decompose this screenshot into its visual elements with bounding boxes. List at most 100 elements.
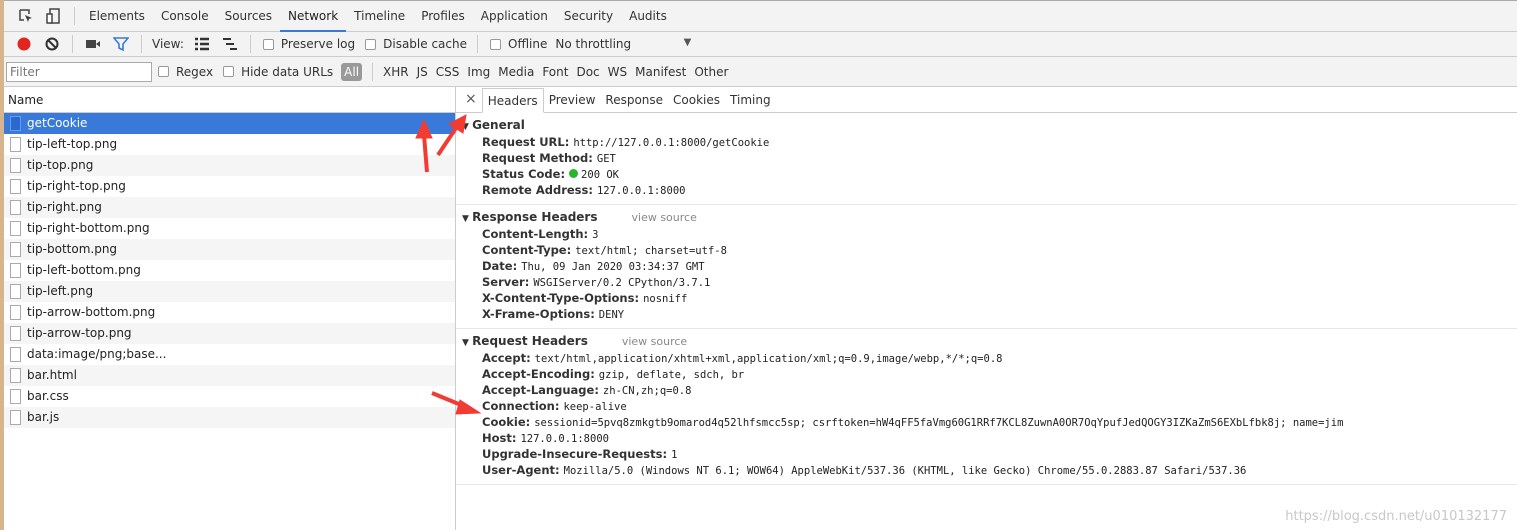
- request-row[interactable]: bar.html: [4, 365, 455, 386]
- request-name: bar.css: [27, 389, 69, 403]
- tab-timeline[interactable]: Timeline: [346, 1, 413, 32]
- tab-response[interactable]: Response: [600, 88, 668, 112]
- tab-console[interactable]: Console: [153, 1, 217, 32]
- tab-security[interactable]: Security: [556, 1, 621, 32]
- tab-headers[interactable]: Headers: [481, 88, 544, 113]
- record-icon[interactable]: [16, 36, 32, 52]
- triangle-down-icon: ▼: [462, 214, 473, 224]
- header-row: Upgrade-Insecure-Requests: 1: [456, 446, 1517, 462]
- request-name: tip-left-top.png: [27, 137, 118, 151]
- request-row[interactable]: tip-left-bottom.png: [4, 260, 455, 281]
- name-column-header[interactable]: Name: [4, 87, 455, 113]
- close-detail-icon[interactable]: ×: [460, 91, 482, 112]
- header-name: Accept-Language:: [482, 383, 599, 397]
- tab-sources[interactable]: Sources: [217, 1, 280, 32]
- request-row[interactable]: bar.js: [4, 407, 455, 428]
- file-icon: [10, 242, 21, 257]
- clear-icon[interactable]: [44, 36, 60, 52]
- header-value: text/html,application/xhtml+xml,applicat…: [534, 353, 1003, 365]
- preserve-log-checkbox[interactable]: [262, 38, 274, 50]
- filter-type-font[interactable]: Font: [542, 65, 568, 79]
- filter-type-xhr[interactable]: XHR: [383, 65, 409, 79]
- request-row[interactable]: bar.css: [4, 386, 455, 407]
- header-value: 1: [671, 449, 678, 461]
- tab-preview[interactable]: Preview: [544, 88, 601, 112]
- filter-type-media[interactable]: Media: [498, 65, 534, 79]
- request-row[interactable]: tip-left-top.png: [4, 134, 455, 155]
- filter-input[interactable]: [6, 61, 152, 82]
- large-rows-icon[interactable]: [194, 36, 210, 52]
- filter-type-all[interactable]: All: [341, 62, 363, 81]
- tab-timing[interactable]: Timing: [725, 88, 776, 112]
- filter-type-ws[interactable]: WS: [608, 65, 627, 79]
- header-name: Request URL:: [482, 135, 570, 149]
- request-row[interactable]: tip-right-bottom.png: [4, 218, 455, 239]
- device-mode-icon[interactable]: [46, 8, 62, 24]
- tab-network[interactable]: Network: [280, 1, 347, 32]
- header-name: Request Method:: [482, 151, 593, 165]
- filter-type-css[interactable]: CSS: [436, 65, 460, 79]
- header-name: Host:: [482, 431, 517, 445]
- request-row[interactable]: tip-bottom.png: [4, 239, 455, 260]
- filter-type-other[interactable]: Other: [694, 65, 728, 79]
- view-source-link[interactable]: view source: [632, 211, 697, 224]
- tab-application[interactable]: Application: [473, 1, 556, 32]
- header-row: Connection: keep-alive: [456, 398, 1517, 414]
- request-row[interactable]: tip-right.png: [4, 197, 455, 218]
- header-name: Accept-Encoding:: [482, 367, 595, 381]
- tab-audits[interactable]: Audits: [621, 1, 675, 32]
- offline-label: Offline: [508, 37, 548, 51]
- view-source-link[interactable]: view source: [622, 335, 687, 348]
- section-header-response[interactable]: ▼ Response Headers view source: [456, 208, 1517, 226]
- filter-type-img[interactable]: Img: [467, 65, 490, 79]
- file-icon: [10, 347, 21, 362]
- request-row[interactable]: getCookie: [4, 113, 455, 134]
- capture-screenshots-icon[interactable]: [85, 36, 101, 52]
- filter-type-js[interactable]: JS: [417, 65, 428, 79]
- devtools-tab-bar: Elements Console Sources Network Timeline Pro…: [4, 0, 1517, 32]
- file-icon: [10, 326, 21, 341]
- header-value: WSGIServer/0.2 CPython/3.7.1: [533, 277, 711, 289]
- disable-cache-label: Disable cache: [383, 37, 467, 51]
- header-value: sessionid=5pvq8zmkgtb9omarod4q52lhfsmcc5…: [534, 417, 1344, 429]
- filter-icon[interactable]: [112, 36, 130, 52]
- filter-type-doc[interactable]: Doc: [576, 65, 599, 79]
- file-icon: [10, 200, 21, 215]
- tab-cookies[interactable]: Cookies: [668, 88, 725, 112]
- regex-checkbox[interactable]: [158, 66, 169, 77]
- header-name: User-Agent:: [482, 463, 560, 477]
- filter-type-manifest[interactable]: Manifest: [635, 65, 686, 79]
- request-name: tip-right-bottom.png: [27, 221, 150, 235]
- header-value: Mozilla/5.0 (Windows NT 6.1; WOW64) Appl…: [563, 465, 1247, 477]
- hide-data-urls-checkbox[interactable]: [223, 66, 235, 77]
- header-name: Status Code:: [482, 167, 566, 181]
- tab-elements[interactable]: Elements: [81, 1, 153, 32]
- request-name: tip-left.png: [27, 284, 94, 298]
- request-row[interactable]: tip-arrow-top.png: [4, 323, 455, 344]
- throttling-select[interactable]: No throttling ▼: [551, 37, 691, 51]
- header-row: Cookie: sessionid=5pvq8zmkgtb9omarod4q52l…: [456, 414, 1517, 430]
- request-row[interactable]: tip-left.png: [4, 281, 455, 302]
- request-row[interactable]: tip-right-top.png: [4, 176, 455, 197]
- header-name: Upgrade-Insecure-Requests:: [482, 447, 668, 461]
- regex-label: Regex: [176, 64, 214, 79]
- request-detail-pane: × Headers Preview Response Cookies Timing ▼ …: [456, 87, 1517, 530]
- request-row[interactable]: data:image/png;base...: [4, 344, 455, 365]
- inspect-element-icon[interactable]: [18, 8, 34, 24]
- disable-cache-checkbox[interactable]: [365, 38, 377, 50]
- offline-checkbox[interactable]: [490, 38, 501, 50]
- section-header-request[interactable]: ▼ Request Headers view source: [456, 332, 1517, 350]
- header-value: keep-alive: [563, 401, 627, 413]
- request-name: tip-right.png: [27, 200, 102, 214]
- section-header-general[interactable]: ▼ General: [456, 116, 1517, 134]
- divider: [74, 7, 75, 25]
- header-row: X-Content-Type-Options: nosniff: [456, 290, 1517, 306]
- header-value: nosniff: [643, 293, 688, 305]
- overview-icon[interactable]: [222, 36, 238, 52]
- request-row[interactable]: tip-arrow-bottom.png: [4, 302, 455, 323]
- section-title: General: [472, 118, 525, 132]
- tab-profiles[interactable]: Profiles: [413, 1, 473, 32]
- header-name: Content-Length:: [482, 227, 589, 241]
- request-row[interactable]: tip-top.png: [4, 155, 455, 176]
- request-name: tip-arrow-bottom.png: [27, 305, 156, 319]
